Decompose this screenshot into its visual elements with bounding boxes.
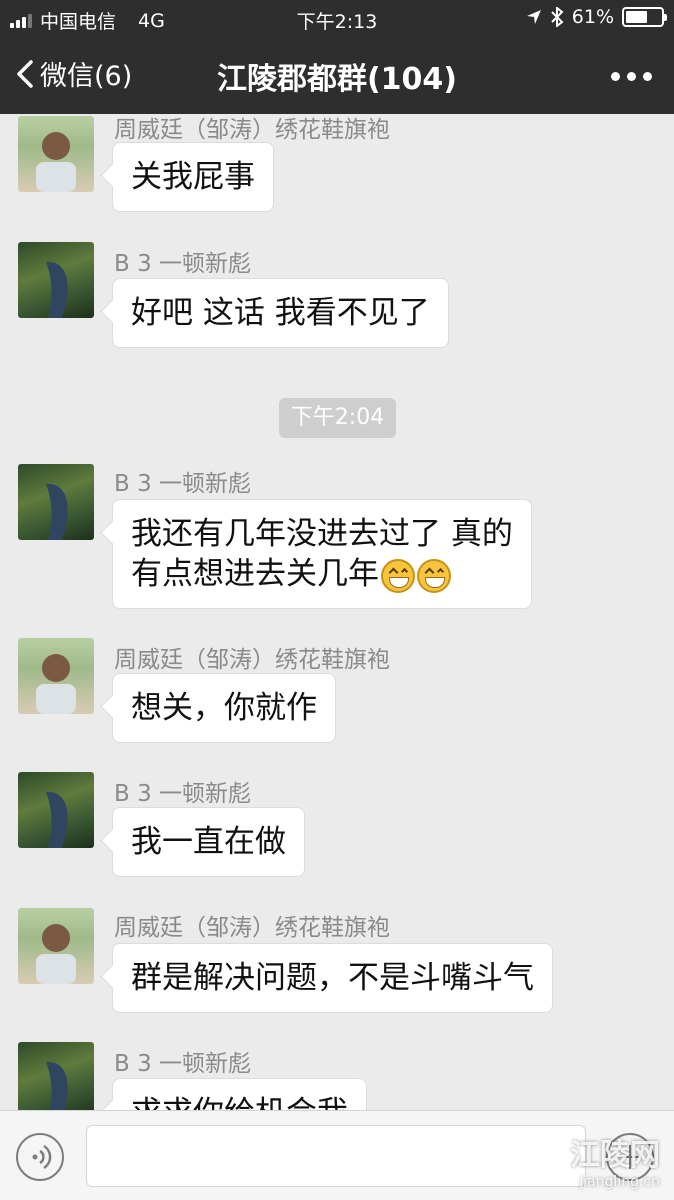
sender-name: B 3 一顿新彪 — [114, 1051, 252, 1077]
sender-name: 周威廷（邹涛）绣花鞋旗袍 — [114, 647, 390, 673]
message-text-line2: 有点想进去关几年 — [131, 554, 513, 594]
watermark-url: jiangling.cn — [579, 1174, 660, 1190]
message-bubble[interactable]: 我还有几年没进去过了 真的 有点想进去关几年 — [112, 499, 532, 609]
message-text: 想关，你就作 — [131, 690, 317, 726]
bluetooth-icon — [551, 7, 564, 27]
avatar[interactable] — [18, 772, 94, 848]
grin-emoji — [417, 558, 451, 593]
status-right: 61% — [526, 6, 667, 28]
message-bubble[interactable]: 关我屁事 — [112, 142, 274, 212]
message-text: 好吧 这话 我看不见了 — [131, 295, 430, 331]
message-text: 群是解决问题，不是斗嘴斗气 — [131, 960, 534, 996]
status-bar: 中国电信 4G 下午2:13 61% — [0, 0, 674, 36]
message-text: 关我屁事 — [131, 159, 255, 195]
message-bubble[interactable]: 求求你给机会我 — [112, 1078, 367, 1110]
message-text: 有点想进去关几年 — [131, 556, 379, 592]
message-bubble[interactable]: 想关，你就作 — [112, 673, 336, 743]
location-icon — [526, 10, 541, 24]
more-icon[interactable] — [611, 72, 652, 81]
message-text: 我一直在做 — [131, 824, 286, 860]
message-bubble[interactable]: 我一直在做 — [112, 807, 305, 877]
message-bubble[interactable]: 好吧 这话 我看不见了 — [112, 278, 449, 348]
avatar[interactable] — [18, 116, 94, 192]
nav-bar: 微信(6) 江陵郡都群(104) — [0, 40, 674, 110]
grin-emoji — [381, 558, 415, 593]
watermark-logo: 江陵网 jiangling.cn — [570, 1130, 660, 1190]
message-list[interactable]: 周威廷（邹涛）绣花鞋旗袍 关我屁事 B 3 一顿新彪 好吧 这话 我看不见了 下… — [0, 114, 674, 1110]
sender-name: B 3 一顿新彪 — [114, 251, 252, 277]
avatar[interactable] — [18, 1042, 94, 1110]
sender-name: B 3 一顿新彪 — [114, 471, 252, 497]
avatar[interactable] — [18, 638, 94, 714]
sender-name: 周威廷（邹涛）绣花鞋旗袍 — [114, 915, 390, 941]
message-text: 求求你给机会我 — [131, 1095, 348, 1110]
avatar[interactable] — [18, 242, 94, 318]
message-text: 我还有几年没进去过了 真的 — [131, 516, 513, 552]
voice-icon[interactable] — [16, 1133, 64, 1181]
message-input[interactable] — [86, 1125, 586, 1187]
avatar[interactable] — [18, 908, 94, 984]
battery-icon — [622, 7, 667, 27]
time-divider: 下午2:04 — [279, 398, 396, 438]
sender-name: 周威廷（邹涛）绣花鞋旗袍 — [114, 117, 390, 143]
sender-name: B 3 一顿新彪 — [114, 781, 252, 807]
message-bubble[interactable]: 群是解决问题，不是斗嘴斗气 — [112, 943, 553, 1013]
battery-percent: 61% — [571, 6, 614, 28]
avatar[interactable] — [18, 464, 94, 540]
chat-title: 江陵郡都群(104) — [216, 62, 458, 97]
watermark-name: 江陵网 — [570, 1138, 660, 1173]
top-bar: 中国电信 4G 下午2:13 61% 微信(6) 江陵郡都群(104) — [0, 0, 674, 114]
